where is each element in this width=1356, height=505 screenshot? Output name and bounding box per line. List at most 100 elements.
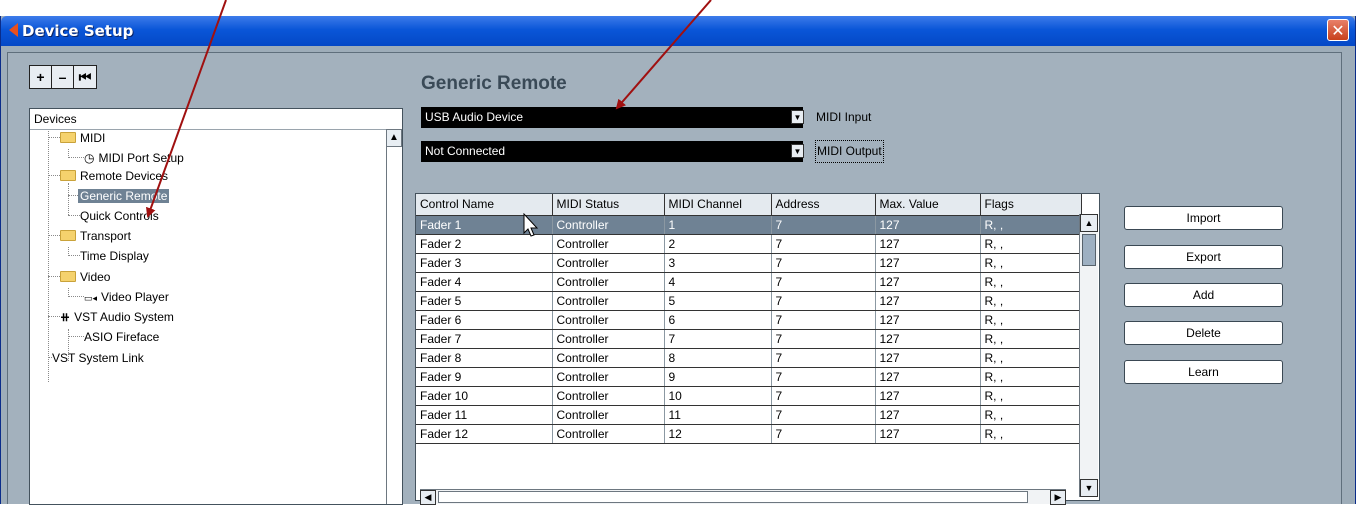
table-cell[interactable]: 7 [771, 272, 876, 292]
table-cell[interactable]: Fader 6 [416, 310, 553, 330]
table-row[interactable]: Fader 7 Controller 7 7 127 R, , [416, 329, 1082, 349]
tree-item-video-player[interactable]: ▭◂ Video Player [68, 288, 169, 306]
table-cell[interactable]: Fader 12 [416, 424, 553, 444]
table-cell[interactable]: 127 [875, 386, 981, 406]
table-cell[interactable]: 5 [664, 291, 772, 311]
table-row[interactable]: Fader 2 Controller 2 7 127 R, , [416, 234, 1082, 254]
table-row[interactable]: Fader 11 Controller 11 7 127 R, , [416, 405, 1082, 425]
table-cell[interactable]: R, , [980, 348, 1082, 368]
table-cell[interactable]: Controller [552, 424, 665, 444]
table-cell[interactable]: 127 [875, 253, 981, 273]
tree-item-midi-port-setup[interactable]: ◷ MIDI Port Setup [68, 149, 184, 167]
column-header[interactable]: MIDI Channel [664, 194, 772, 216]
table-cell[interactable]: 127 [875, 424, 981, 444]
table-cell[interactable]: 4 [664, 272, 772, 292]
table-cell[interactable]: Fader 4 [416, 272, 553, 292]
table-cell[interactable]: Controller [552, 386, 665, 406]
tree-item-time-display[interactable]: Time Display [68, 247, 149, 265]
table-cell[interactable]: 7 [771, 386, 876, 406]
column-header[interactable]: Flags [980, 194, 1082, 216]
table-cell[interactable]: 8 [664, 348, 772, 368]
table-cell[interactable]: 10 [664, 386, 772, 406]
close-button[interactable]: ✕ [1327, 19, 1349, 41]
tree-item-generic-remote[interactable]: Generic Remote [68, 187, 170, 205]
scroll-right-button[interactable]: ▶ [1050, 490, 1066, 505]
midi-input-dropdown[interactable]: USB Audio Device ▼ [421, 107, 804, 128]
table-cell[interactable]: 3 [664, 253, 772, 273]
table-cell[interactable]: 7 [771, 367, 876, 387]
table-cell[interactable]: 127 [875, 348, 981, 368]
table-cell[interactable]: Fader 9 [416, 367, 553, 387]
tree-item-quick-controls[interactable]: Quick Controls [68, 207, 159, 225]
scroll-down-button[interactable]: ▼ [1080, 479, 1098, 497]
table-cell[interactable]: 9 [664, 367, 772, 387]
add-button[interactable]: Add [1124, 283, 1283, 307]
table-cell[interactable]: 7 [771, 329, 876, 349]
scroll-thumb[interactable] [438, 491, 1028, 503]
table-cell[interactable]: 7 [664, 329, 772, 349]
column-header[interactable]: Max. Value [875, 194, 981, 216]
table-cell[interactable]: 12 [664, 424, 772, 444]
table-row[interactable]: Fader 4 Controller 4 7 127 R, , [416, 272, 1082, 292]
table-cell[interactable]: 7 [771, 253, 876, 273]
table-vertical-scrollbar[interactable]: ▲ ▼ [1079, 214, 1098, 497]
table-cell[interactable]: 127 [875, 367, 981, 387]
tree-item-midi[interactable]: MIDI [48, 129, 105, 147]
remove-device-button[interactable]: – [52, 66, 74, 88]
table-cell[interactable]: 127 [875, 234, 981, 254]
table-horizontal-scrollbar[interactable]: ◀ ▶ [420, 489, 1066, 505]
tree-item-vst-audio-system[interactable]: ⧺ VST Audio System [48, 308, 174, 326]
table-cell[interactable]: 7 [771, 215, 876, 235]
table-cell[interactable]: Fader 11 [416, 405, 553, 425]
table-cell[interactable]: 127 [875, 272, 981, 292]
table-cell[interactable]: Fader 7 [416, 329, 553, 349]
chevron-down-icon[interactable]: ▼ [791, 110, 804, 124]
table-cell[interactable]: Controller [552, 253, 665, 273]
table-cell[interactable]: Controller [552, 272, 665, 292]
tree-item-video[interactable]: Video [48, 268, 110, 286]
table-row[interactable]: Fader 6 Controller 6 7 127 R, , [416, 310, 1082, 330]
table-cell[interactable]: Controller [552, 310, 665, 330]
table-cell[interactable]: R, , [980, 424, 1082, 444]
table-cell[interactable]: 7 [771, 405, 876, 425]
reset-device-button[interactable]: ⏮ [74, 66, 96, 88]
table-cell[interactable]: Fader 5 [416, 291, 553, 311]
table-cell[interactable]: 7 [771, 348, 876, 368]
table-cell[interactable]: R, , [980, 386, 1082, 406]
table-cell[interactable]: 6 [664, 310, 772, 330]
table-cell[interactable]: R, , [980, 253, 1082, 273]
title-bar[interactable]: Device Setup ✕ [1, 16, 1355, 46]
scroll-up-button[interactable]: ▲ [1080, 214, 1098, 232]
delete-button[interactable]: Delete [1124, 321, 1283, 345]
table-cell[interactable]: 127 [875, 329, 981, 349]
midi-output-dropdown[interactable]: Not Connected ▼ [421, 141, 804, 162]
table-row[interactable]: Fader 3 Controller 3 7 127 R, , [416, 253, 1082, 273]
table-row[interactable]: Fader 1 Controller 1 7 127 R, , [416, 215, 1082, 235]
export-button[interactable]: Export [1124, 245, 1283, 269]
table-cell[interactable]: 1 [664, 215, 772, 235]
table-cell[interactable]: R, , [980, 310, 1082, 330]
table-cell[interactable]: Fader 10 [416, 386, 553, 406]
table-cell[interactable]: R, , [980, 272, 1082, 292]
table-row[interactable]: Fader 5 Controller 5 7 127 R, , [416, 291, 1082, 311]
table-cell[interactable]: R, , [980, 291, 1082, 311]
table-cell[interactable]: 7 [771, 234, 876, 254]
table-cell[interactable]: 127 [875, 310, 981, 330]
table-cell[interactable]: Fader 8 [416, 348, 553, 368]
scroll-left-button[interactable]: ◀ [420, 490, 436, 505]
table-cell[interactable]: 127 [875, 215, 981, 235]
table-cell[interactable]: 11 [664, 405, 772, 425]
table-cell[interactable]: Controller [552, 367, 665, 387]
table-cell[interactable]: R, , [980, 215, 1082, 235]
chevron-down-icon[interactable]: ▼ [791, 144, 804, 158]
table-cell[interactable]: 127 [875, 291, 981, 311]
table-cell[interactable]: Controller [552, 291, 665, 311]
table-cell[interactable]: Controller [552, 348, 665, 368]
table-row[interactable]: Fader 8 Controller 8 7 127 R, , [416, 348, 1082, 368]
table-cell[interactable]: 127 [875, 405, 981, 425]
tree-item-remote-devices[interactable]: Remote Devices [48, 167, 168, 185]
table-cell[interactable]: Controller [552, 329, 665, 349]
column-header[interactable]: Control Name [416, 194, 553, 216]
table-cell[interactable]: 7 [771, 310, 876, 330]
tree-item-vst-system-link[interactable]: VST System Link [48, 349, 144, 367]
